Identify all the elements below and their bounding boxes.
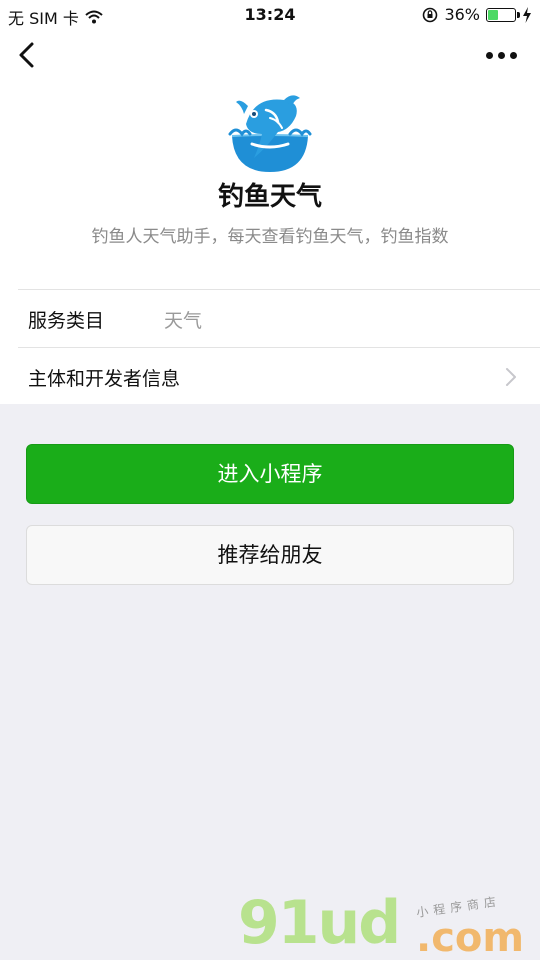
app-name: 钓鱼天气 <box>217 182 322 212</box>
watermark-logo-text: 91ud <box>238 888 401 958</box>
enter-mini-program-button[interactable]: 进入小程序 <box>26 444 514 504</box>
watermark-domain: .com <box>416 915 525 960</box>
battery-percent: 36% <box>444 5 480 24</box>
charging-bolt-icon <box>523 6 531 23</box>
battery-fill <box>488 9 499 20</box>
service-category-label: 服务类目 <box>28 310 105 332</box>
service-category-row: 服务类目 天气 <box>18 289 540 347</box>
back-button[interactable] <box>14 40 42 70</box>
developer-info-label: 主体和开发者信息 <box>28 368 181 390</box>
battery-icon <box>486 7 520 22</box>
recommend-to-friend-button[interactable]: 推荐给朋友 <box>26 525 514 585</box>
service-category-value: 天气 <box>164 310 203 332</box>
fish-logo-icon <box>228 95 312 172</box>
more-dot-icon <box>486 51 493 59</box>
more-dot-icon <box>498 51 505 59</box>
chevron-left-icon <box>19 42 34 68</box>
orientation-lock-icon <box>423 7 438 22</box>
status-bar: 无 SIM 卡 13:24 36% <box>0 0 540 30</box>
watermark: 91ud 小程序商店 .com <box>238 888 534 960</box>
chevron-right-icon <box>506 368 516 386</box>
app-description: 钓鱼人天气助手，每天查看钓鱼天气，钓鱼指数 <box>91 227 449 247</box>
more-dot-icon <box>510 51 517 59</box>
developer-info-row[interactable]: 主体和开发者信息 <box>18 347 540 405</box>
more-button[interactable] <box>486 45 518 65</box>
status-right-group: 36% <box>422 5 532 24</box>
